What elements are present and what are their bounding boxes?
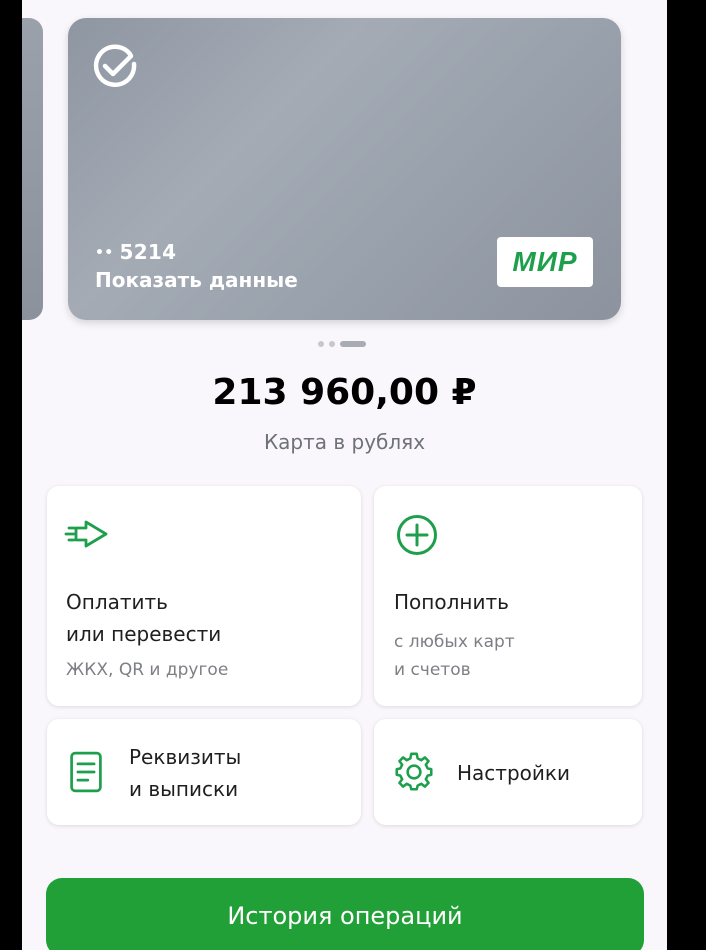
previous-card-peek[interactable] — [22, 18, 43, 320]
card-number: •• 5214 — [95, 240, 176, 264]
top-up-tile[interactable]: Пополнить с любых карт и счетов — [374, 486, 642, 706]
top-up-title: Пополнить — [394, 590, 509, 614]
pay-subtitle: ЖКХ, QR и другое — [66, 660, 229, 680]
balance-subtitle: Карта в рублях — [263, 430, 426, 454]
pager-dot[interactable] — [329, 341, 335, 347]
mir-logo: МИР — [497, 237, 593, 287]
sber-logo-icon — [93, 44, 137, 87]
show-card-data-link[interactable]: Показать данные — [95, 268, 298, 292]
settings-title: Настройки — [457, 761, 570, 785]
top-up-subtitle-line2: и счетов — [394, 660, 471, 680]
transfer-arrow-icon — [64, 520, 108, 548]
top-up-subtitle-line1: с любых карт — [394, 632, 515, 652]
card-pager — [318, 341, 366, 347]
gear-icon — [395, 752, 433, 791]
pay-or-transfer-tile[interactable]: Оплатить или перевести ЖКХ, QR и другое — [47, 486, 361, 706]
details-title-line1: Реквизиты — [129, 745, 242, 769]
plus-circle-icon — [397, 515, 437, 555]
bank-card[interactable]: •• 5214 Показать данные МИР — [68, 18, 621, 320]
card-number-mask: •• — [95, 245, 114, 261]
screen: •• 5214 Показать данные МИР 213 960,00 ₽ … — [22, 0, 667, 950]
pager-dot[interactable] — [318, 341, 324, 347]
card-last-digits: 5214 — [119, 240, 177, 264]
pager-dot-active[interactable] — [340, 341, 366, 347]
transaction-history-button[interactable]: История операций — [46, 878, 644, 950]
details-title-line2: и выписки — [129, 777, 239, 801]
pay-title-line1: Оплатить — [66, 590, 168, 614]
pay-title-line2: или перевести — [66, 622, 222, 646]
balance-amount: 213 960,00 ₽ — [212, 372, 477, 413]
settings-tile[interactable]: Настройки — [374, 719, 642, 825]
details-statements-tile[interactable]: Реквизиты и выписки — [47, 719, 361, 825]
document-icon — [70, 751, 102, 793]
